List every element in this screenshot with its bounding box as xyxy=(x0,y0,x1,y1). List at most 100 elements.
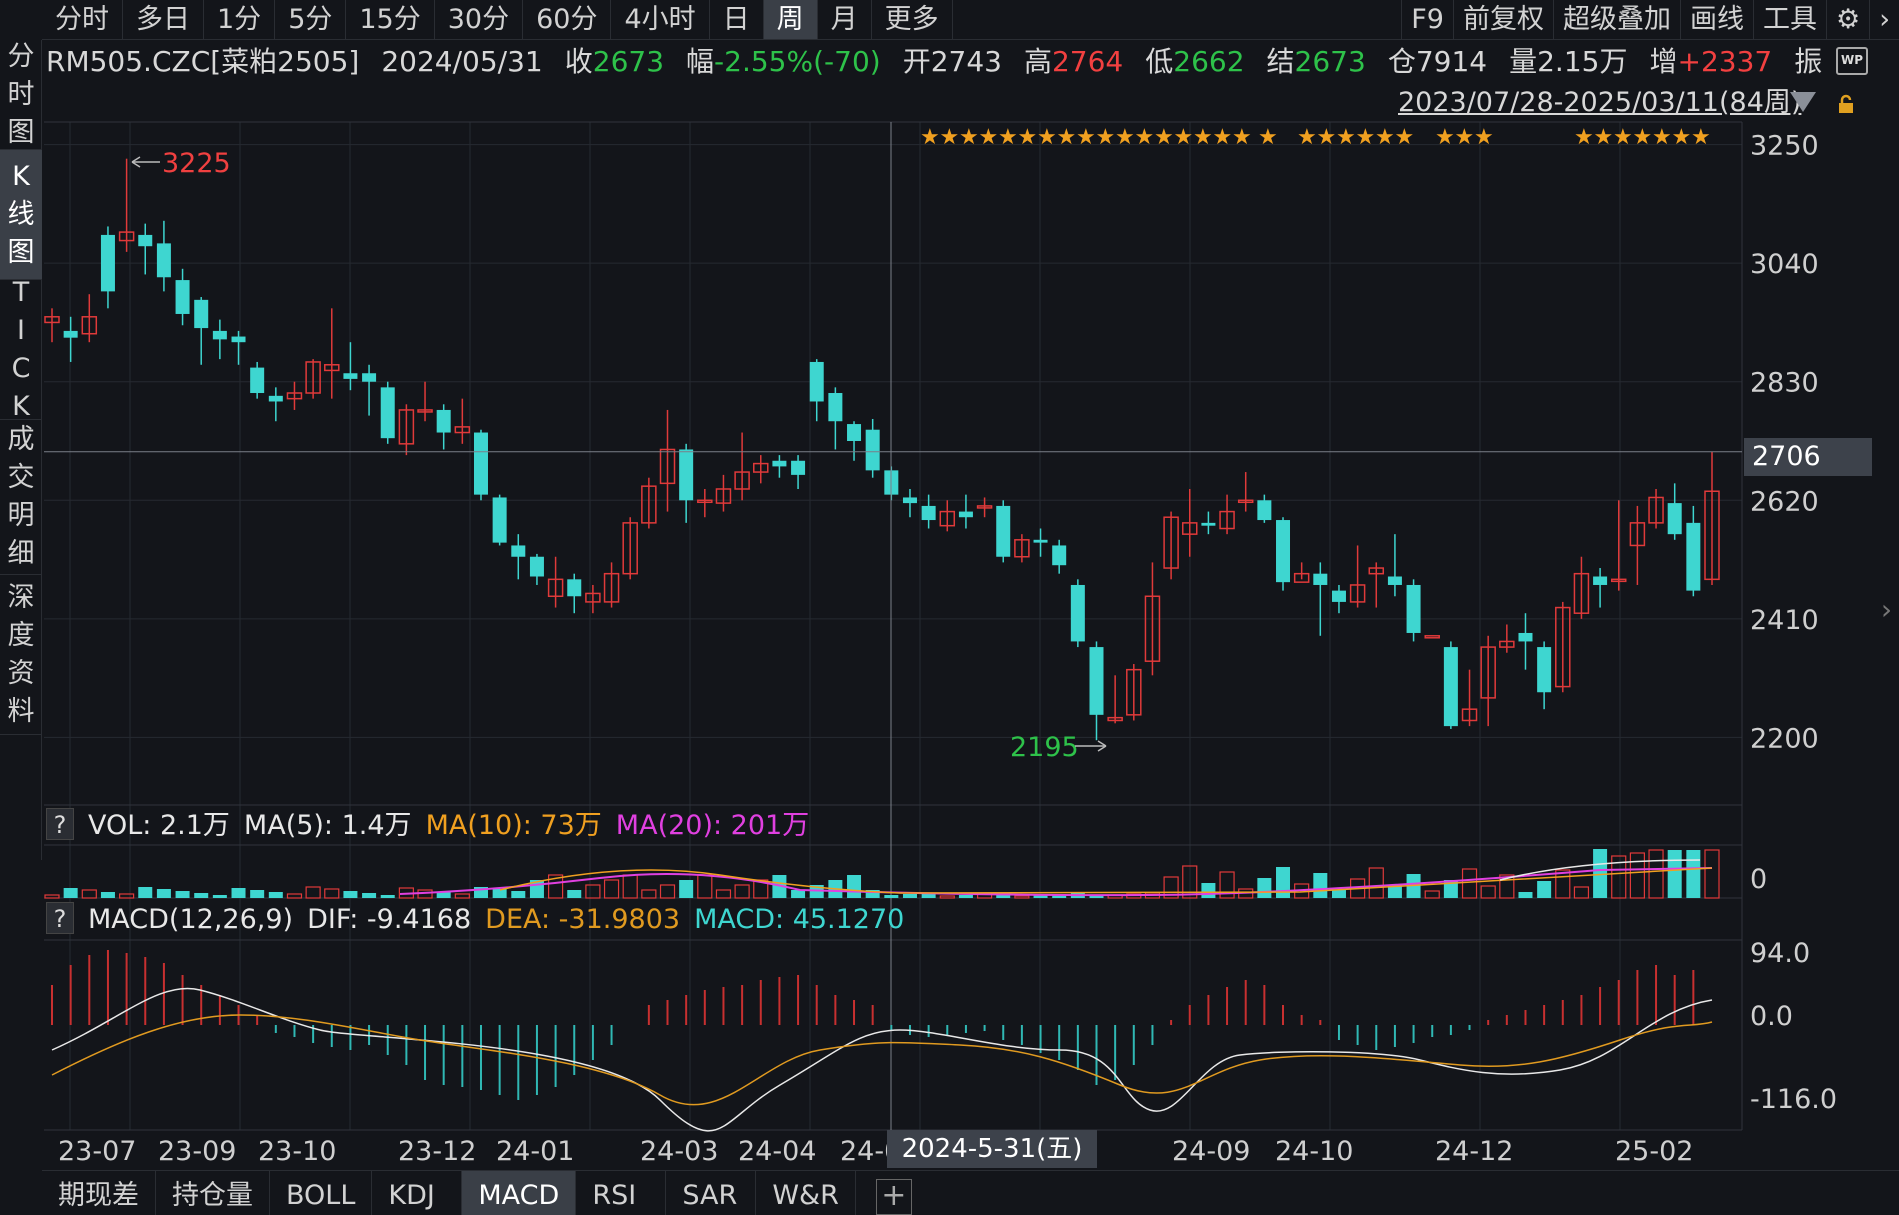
volume-bar xyxy=(268,892,283,898)
min-price-label: 2195 xyxy=(1010,732,1079,763)
candle-body xyxy=(268,395,283,402)
volume-bar xyxy=(81,889,97,899)
candle-body xyxy=(156,243,171,278)
crosshair-date-tag: 2024-5-31(五) xyxy=(887,1130,1097,1168)
volume-bar xyxy=(1424,890,1440,899)
volume-bar xyxy=(622,874,638,899)
macd-axis-label: 0.0 xyxy=(1750,1001,1793,1032)
indicator-tab[interactable]: KDJ xyxy=(372,1171,463,1215)
candle-body xyxy=(847,424,862,441)
star-marker: ★ xyxy=(1455,125,1475,150)
candle-body xyxy=(436,409,451,433)
macd-dif: DIF: -9.4168 xyxy=(307,904,472,935)
star-marker: ★ xyxy=(998,125,1018,150)
candle-body xyxy=(1387,576,1402,585)
volume-bar xyxy=(567,890,582,898)
star-marker: ★ xyxy=(1395,125,1415,150)
add-tab-button[interactable]: + xyxy=(875,1179,912,1215)
volume-bar xyxy=(1537,881,1552,898)
help-icon[interactable]: ? xyxy=(46,808,74,840)
x-axis-label: 23-12 xyxy=(398,1136,476,1167)
volume-bar xyxy=(194,893,209,898)
x-axis-label: 24-04 xyxy=(738,1136,816,1167)
volume-bar xyxy=(250,890,265,898)
candle-body xyxy=(138,234,153,247)
volume-bar xyxy=(343,891,358,898)
star-marker: ★ xyxy=(1356,125,1376,150)
star-marker: ★ xyxy=(1232,125,1252,150)
volume-bar xyxy=(305,886,321,899)
vol-ma20: MA(20): 201万 xyxy=(615,810,810,841)
indicator-tab[interactable]: BOLL xyxy=(270,1171,373,1215)
volume-bar xyxy=(902,894,917,898)
macd-indicator-legend: ? MACD(12,26,9) DIF: -9.4168 DEA: -31.98… xyxy=(46,902,904,938)
star-marker: ★ xyxy=(1672,125,1692,150)
candle-body xyxy=(791,460,806,475)
macd-axis-label: 94.0 xyxy=(1750,938,1810,969)
volume-bar xyxy=(1686,850,1701,898)
bottom-indicator-tabs: 期现差 持仓量 BOLL KDJ MACD RSI SAR W&R + xyxy=(42,1170,1899,1215)
candle-body xyxy=(1052,545,1067,566)
chart-canvas[interactable]: 325030402830262024102200★ ★ ★ ★ ★ ★ ★ ★ ★ ★ ★ ★ ★ ★ ★ ★… xyxy=(0,0,1899,1215)
candle-body xyxy=(492,497,507,543)
candle-body xyxy=(1201,522,1216,526)
vol-ma5: MA(5): 1.4万 xyxy=(243,810,412,841)
volume-bar xyxy=(791,890,806,898)
volume-bar xyxy=(1480,885,1496,899)
candle-body xyxy=(343,373,358,379)
volume-bar xyxy=(1648,849,1664,899)
star-marker: ★ xyxy=(1154,125,1174,150)
volume-bar xyxy=(659,884,676,899)
volume-bar xyxy=(454,893,470,899)
candle-body xyxy=(1313,573,1328,585)
star-marker: ★ xyxy=(1018,125,1038,150)
candle-body xyxy=(921,505,936,521)
indicator-tab[interactable]: W&R xyxy=(756,1171,856,1215)
indicator-tab[interactable]: SAR xyxy=(666,1171,757,1215)
volume-bar xyxy=(1573,886,1590,899)
volume-bar xyxy=(939,895,955,899)
volume-bar xyxy=(697,874,713,899)
volume-bar xyxy=(641,889,657,899)
star-marker: ★ xyxy=(1375,125,1395,150)
price-axis-label: 2620 xyxy=(1750,486,1819,517)
star-marker: ★ xyxy=(1297,125,1317,150)
collapse-handle-icon[interactable]: › xyxy=(1874,510,1899,710)
indicator-tab[interactable]: MACD xyxy=(462,1171,577,1215)
candle-body xyxy=(958,511,973,518)
volume-bar xyxy=(847,875,862,898)
candle-body xyxy=(1089,647,1104,715)
volume-bar xyxy=(1368,867,1384,899)
price-axis-label: 2200 xyxy=(1750,723,1819,754)
star-marker: ★ xyxy=(1096,125,1116,150)
volume-bar xyxy=(100,892,115,898)
volume-bar xyxy=(884,895,899,898)
candle-body xyxy=(63,330,78,338)
indicator-tab[interactable]: RSI xyxy=(576,1171,667,1215)
indicator-tab[interactable]: 持仓量 xyxy=(156,1171,270,1215)
max-price-label: 3225 xyxy=(162,148,231,179)
candle-body xyxy=(1518,632,1533,642)
indicator-tab[interactable]: 期现差 xyxy=(42,1171,156,1215)
candle-body xyxy=(1070,584,1085,642)
volume-bar xyxy=(1704,849,1720,899)
volume-axis-label: 0 xyxy=(1750,864,1767,895)
star-marker: ★ xyxy=(1574,125,1594,150)
candle-body xyxy=(1593,576,1608,585)
help-icon[interactable]: ? xyxy=(46,902,74,934)
volume-bar xyxy=(734,884,750,899)
star-marker: ★ xyxy=(920,125,940,150)
star-marker: ★ xyxy=(1613,125,1633,150)
candle-body xyxy=(1033,539,1048,543)
volume-bar xyxy=(138,887,153,898)
candle-body xyxy=(809,361,824,402)
candle-body xyxy=(828,393,843,422)
candle-body xyxy=(1257,500,1272,521)
candle-body xyxy=(194,299,209,329)
star-marker: ★ xyxy=(1258,125,1278,150)
volume-bar xyxy=(231,888,246,898)
star-marker: ★ xyxy=(1633,125,1653,150)
volume-bar xyxy=(958,895,973,898)
volume-bar xyxy=(119,893,135,899)
volume-bar xyxy=(511,891,526,898)
